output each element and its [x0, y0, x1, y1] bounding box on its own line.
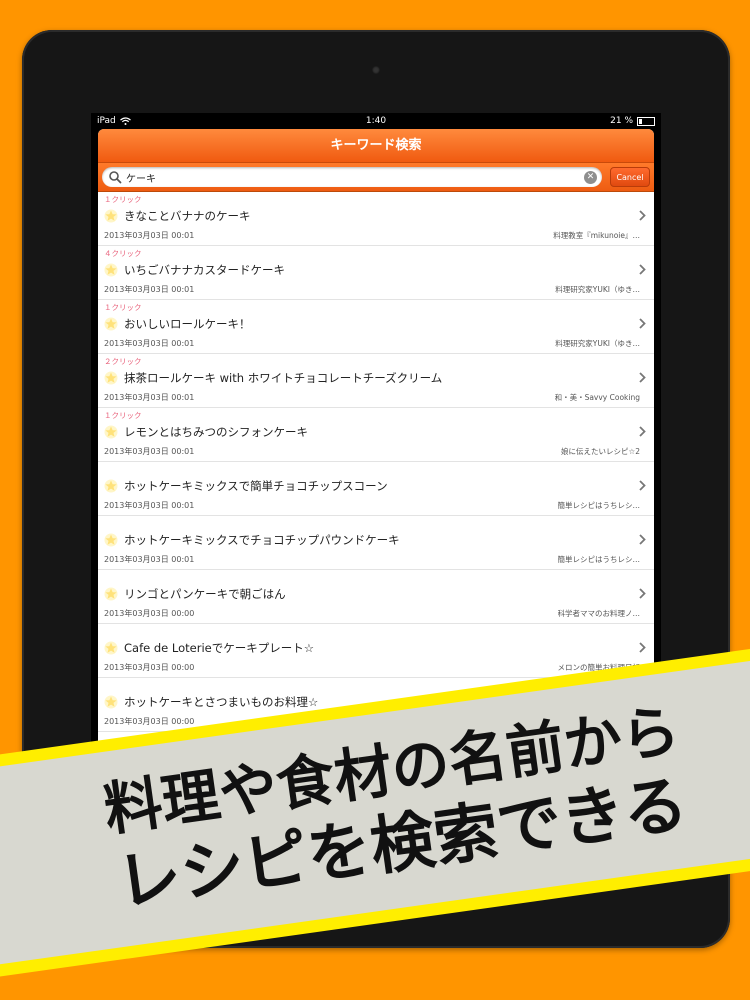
page-title: キーワード検索 — [330, 138, 422, 153]
chevron-right-icon — [639, 642, 646, 653]
table-row[interactable]: Cafe de Loterieでケーキプレート☆ 2013年03月03日 00:0… — [98, 624, 654, 678]
battery-percent: 21 % — [610, 116, 633, 126]
table-row[interactable]: １クリックレモンとはちみつのシフォンケーキ 2013年03月03日 00:01 娘に… — [98, 408, 654, 462]
nav-bar: キーワード検索 — [98, 129, 654, 163]
camera-dot — [372, 66, 380, 74]
table-row[interactable]: リンゴとパンケーキで朝ごはん 2013年03月03日 00:00 科学者ママのお料理… — [98, 570, 654, 624]
post-date: 2013年03月03日 00:01 — [104, 285, 195, 294]
cancel-button[interactable]: Cancel — [610, 167, 650, 187]
author-name: 料理研究家YUKI（ゆき… — [555, 285, 640, 294]
star-icon — [104, 371, 118, 385]
post-date: 2013年03月03日 00:01 — [104, 447, 195, 456]
recipe-title: きなことバナナのケーキ — [124, 209, 251, 223]
table-row[interactable]: ホットケーキミックスで簡単チョコチップスコーン 2013年03月03日 00:01… — [98, 462, 654, 516]
search-input[interactable]: ケーキ ✕ — [102, 167, 602, 187]
chevron-right-icon — [639, 480, 646, 491]
chevron-right-icon — [639, 588, 646, 599]
post-date: 2013年03月03日 00:01 — [104, 555, 195, 564]
clock: 1:40 — [365, 116, 387, 126]
recipe-title: ホットケーキミックスで簡単チョコチップスコーン — [124, 479, 388, 493]
chevron-right-icon — [639, 210, 646, 221]
table-row[interactable]: ２クリック抹茶ロールケーキ with ホワイトチョコレートチーズクリーム 2013… — [98, 354, 654, 408]
recipe-title: ホットケーキとさつまいものお料理☆ — [124, 695, 319, 709]
star-icon — [104, 695, 118, 709]
star-icon — [104, 263, 118, 277]
star-icon — [104, 317, 118, 331]
star-icon — [104, 209, 118, 223]
click-count: １クリック — [104, 195, 142, 204]
chevron-right-icon — [639, 426, 646, 437]
recipe-title: リンゴとパンケーキで朝ごはん — [124, 587, 286, 601]
clear-search-icon[interactable]: ✕ — [584, 170, 597, 184]
author-name: 簡単レシピはうちレシ… — [557, 501, 641, 510]
chevron-right-icon — [639, 264, 646, 275]
recipe-title: 抹茶ロールケーキ with ホワイトチョコレートチーズクリーム — [124, 371, 443, 385]
click-count: １クリック — [104, 303, 142, 312]
star-icon — [104, 533, 118, 547]
star-icon — [104, 641, 118, 655]
table-row[interactable]: ホットケーキミックスでチョコチップパウンドケーキ 2013年03月03日 00:0… — [98, 516, 654, 570]
star-icon — [104, 479, 118, 493]
click-count: １クリック — [104, 411, 142, 420]
author-name: 娘に伝えたいレシピ☆2 — [561, 447, 640, 456]
post-date: 2013年03月03日 00:00 — [104, 609, 195, 618]
author-name: 科学者ママのお料理ノ… — [557, 609, 641, 618]
click-count: ２クリック — [104, 357, 142, 366]
recipe-title: レモンとはちみつのシフォンケーキ — [124, 425, 308, 439]
status-bar: iPad 1:40 21 % — [91, 113, 661, 129]
post-date: 2013年03月03日 00:01 — [104, 393, 195, 402]
author-name: 料理研究家YUKI（ゆき… — [555, 339, 640, 348]
click-count: ４クリック — [104, 249, 142, 258]
chevron-right-icon — [639, 318, 646, 329]
table-row[interactable]: １クリックきなことバナナのケーキ 2013年03月03日 00:01 料理教室『mi… — [98, 192, 654, 246]
post-date: 2013年03月03日 00:01 — [104, 501, 195, 510]
recipe-title: おいしいロールケーキ！ — [124, 317, 251, 331]
author-name: 和・美・Savvy Cooking — [554, 393, 640, 402]
author-name: 簡単レシピはうちレシ… — [557, 555, 641, 564]
post-date: 2013年03月03日 00:01 — [104, 231, 195, 240]
post-date: 2013年03月03日 00:00 — [104, 663, 195, 672]
star-icon — [104, 587, 118, 601]
post-date: 2013年03月03日 00:01 — [104, 339, 195, 348]
battery-icon — [637, 117, 655, 126]
chevron-right-icon — [639, 534, 646, 545]
star-icon — [104, 425, 118, 439]
search-bar: ケーキ ✕ Cancel — [98, 163, 654, 192]
author-name: 料理教室『mikunoie』… — [553, 231, 640, 240]
table-row[interactable]: ４クリックいちごバナナカスタードケーキ 2013年03月03日 00:01 料理研究… — [98, 246, 654, 300]
table-row[interactable]: １クリックおいしいロールケーキ！ 2013年03月03日 00:01 料理研究家YU… — [98, 300, 654, 354]
recipe-title: Cafe de Loterieでケーキプレート☆ — [124, 641, 315, 655]
recipe-title: いちごバナナカスタードケーキ — [124, 263, 285, 277]
post-date: 2013年03月03日 00:00 — [104, 717, 195, 726]
search-query: ケーキ — [126, 173, 156, 185]
search-icon — [109, 171, 122, 184]
recipe-title: ホットケーキミックスでチョコチップパウンドケーキ — [124, 533, 400, 547]
chevron-right-icon — [639, 372, 646, 383]
